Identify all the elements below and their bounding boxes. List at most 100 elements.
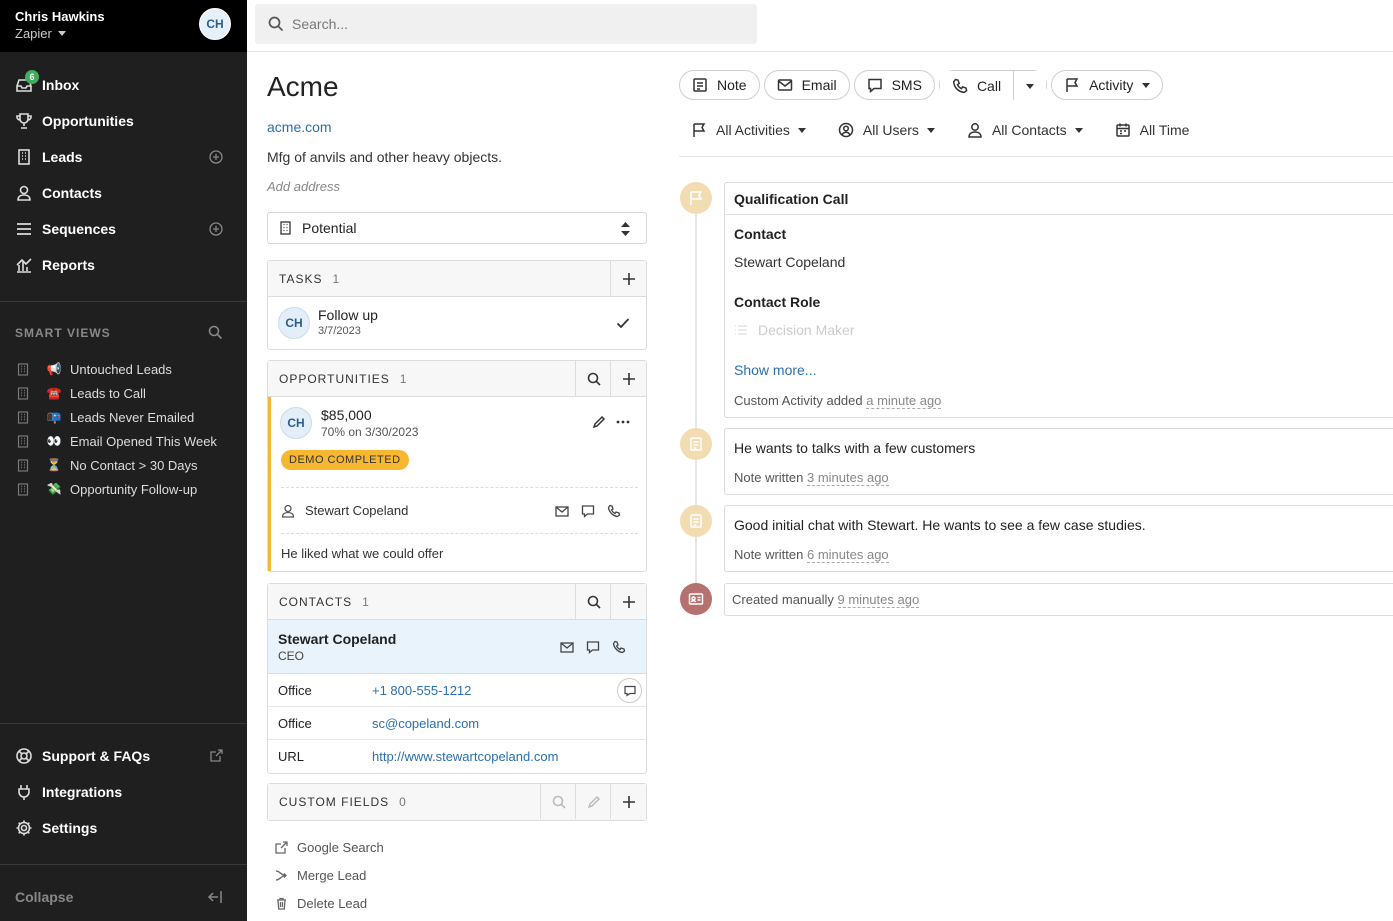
contact-email-link[interactable]: sc@copeland.com	[372, 716, 479, 731]
external-link-icon	[210, 749, 223, 762]
merge-lead-link[interactable]: Merge Lead	[275, 861, 384, 889]
email-icon[interactable]	[555, 504, 569, 518]
smart-view-item[interactable]: ☎️ Leads to Call	[0, 381, 247, 405]
lead-status-select[interactable]: Potential	[267, 212, 647, 244]
add-contact-button[interactable]	[610, 584, 646, 619]
pencil-icon[interactable]	[592, 415, 606, 429]
email-button[interactable]: Email	[763, 70, 850, 100]
bottom-nav: Support & FAQs Integrations Settings	[0, 738, 247, 846]
smart-view-item[interactable]: ⏳ No Contact > 30 Days	[0, 453, 247, 477]
user-header[interactable]: Chris Hawkins Zapier CH	[0, 0, 247, 52]
call-button[interactable]: Call	[939, 71, 1014, 101]
opportunity-status-badge: DEMO COMPLETED	[281, 450, 409, 470]
chevron-down-icon	[1074, 127, 1083, 133]
filter-contacts[interactable]: All Contacts	[967, 122, 1083, 138]
nav-settings[interactable]: Settings	[0, 810, 247, 846]
filter-time-label: All Time	[1139, 122, 1190, 138]
nav-inbox[interactable]: 6 Inbox	[0, 67, 247, 103]
contact-url-link[interactable]: http://www.stewartcopeland.com	[372, 749, 558, 764]
tasks-heading: TASKS	[279, 271, 323, 286]
email-icon[interactable]	[560, 640, 574, 654]
google-search-link[interactable]: Google Search	[275, 833, 384, 861]
activity-card-qualification[interactable]: Qualification Call Contact Stewart Copel…	[724, 182, 1393, 418]
nav-sequences[interactable]: Sequences	[0, 211, 247, 247]
sms-button[interactable]: SMS	[853, 70, 935, 100]
search-icon[interactable]	[208, 325, 223, 340]
note-button[interactable]: Note	[679, 70, 760, 100]
check-icon[interactable]	[616, 316, 630, 330]
contact-item[interactable]: Stewart Copeland CEO	[268, 620, 646, 674]
nav-leads[interactable]: Leads	[0, 139, 247, 175]
search-opportunities-button[interactable]	[575, 361, 611, 396]
lead-extra-links: Google Search Merge Lead Delete Lead	[275, 833, 384, 917]
user-avatar[interactable]: CH	[199, 8, 231, 40]
smart-view-item[interactable]: 👀 Email Opened This Week	[0, 429, 247, 453]
flag-icon	[693, 123, 706, 137]
filter-time[interactable]: All Time	[1115, 122, 1190, 138]
org-switcher[interactable]: Zapier	[15, 26, 66, 41]
collapse-icon[interactable]	[207, 890, 223, 904]
show-more-link[interactable]: Show more...	[734, 362, 816, 378]
activity-card-note[interactable]: Good initial chat with Stewart. He wants…	[724, 505, 1393, 572]
phone-icon[interactable]	[612, 640, 626, 654]
opportunities-heading: OPPORTUNITIES	[279, 371, 390, 386]
lead-url-link[interactable]: acme.com	[267, 119, 332, 135]
nav-opportunities[interactable]: Opportunities	[0, 103, 247, 139]
lead-title[interactable]: Acme	[267, 71, 339, 103]
search-box[interactable]	[255, 4, 757, 44]
lead-description[interactable]: Mfg of anvils and other heavy objects.	[267, 149, 502, 165]
tasks-card: TASKS 1 CH Follow up 3/7/2023	[267, 260, 647, 350]
add-task-button[interactable]	[610, 261, 646, 296]
note-text: Good initial chat with Stewart. He wants…	[734, 517, 1146, 533]
activity-timestamp[interactable]: a minute ago	[866, 393, 942, 409]
sms-icon[interactable]	[586, 640, 600, 654]
task-item[interactable]: CH Follow up 3/7/2023	[268, 297, 646, 349]
contacts-count: 1	[362, 594, 369, 609]
divider	[679, 156, 1393, 157]
note-text: He wants to talks with a few customers	[734, 440, 976, 456]
add-sequence-icon[interactable]	[209, 222, 223, 236]
smart-views-heading: SMART VIEWS	[15, 326, 111, 340]
nav-integrations[interactable]: Integrations	[0, 774, 247, 810]
building-icon	[18, 149, 30, 165]
org-name: Zapier	[15, 26, 52, 41]
smart-view-item[interactable]: 📭 Leads Never Emailed	[0, 405, 247, 429]
activity-timestamp[interactable]: 3 minutes ago	[807, 470, 889, 486]
activity-button-label: Activity	[1089, 77, 1134, 93]
phone-icon[interactable]	[607, 504, 621, 518]
smart-view-item[interactable]: 📢 Untouched Leads	[0, 357, 247, 381]
add-lead-icon[interactable]	[209, 150, 223, 164]
contacts-heading: CONTACTS	[279, 594, 353, 609]
edit-custom-fields-button[interactable]	[575, 784, 611, 819]
activity-timestamp[interactable]: 6 minutes ago	[807, 547, 889, 563]
activity-button[interactable]: Activity	[1051, 70, 1164, 100]
smart-view-label: Untouched Leads	[70, 361, 172, 377]
sms-icon	[623, 685, 636, 697]
activity-card-note[interactable]: He wants to talks with a few customers N…	[724, 428, 1393, 495]
search-input[interactable]	[292, 16, 732, 32]
activity-card-created[interactable]: Created manually 9 minutes ago	[724, 583, 1393, 616]
add-address-link[interactable]: Add address	[267, 179, 340, 194]
nav-reports[interactable]: Reports	[0, 247, 247, 283]
filter-users[interactable]: All Users	[838, 122, 935, 138]
collapse-button[interactable]: Collapse	[15, 889, 73, 905]
add-opportunity-button[interactable]	[610, 361, 646, 396]
add-custom-field-button[interactable]	[610, 784, 646, 819]
chevron-down-icon	[797, 127, 806, 133]
nav-support[interactable]: Support & FAQs	[0, 738, 247, 774]
smart-view-item[interactable]: 💸 Opportunity Follow-up	[0, 477, 247, 501]
search-custom-fields-button[interactable]	[540, 784, 576, 819]
nav-contacts[interactable]: Contacts	[0, 175, 247, 211]
sms-button[interactable]	[617, 678, 642, 703]
opportunity-item[interactable]: CH $85,000 70% on 3/30/2023 DEMO COMPLET…	[268, 397, 646, 571]
contact-phone-link[interactable]: +1 800-555-1212	[372, 683, 471, 698]
trash-icon	[277, 897, 286, 910]
more-icon[interactable]	[616, 415, 630, 429]
delete-lead-link[interactable]: Delete Lead	[275, 889, 384, 917]
eyes-icon: 👀	[46, 434, 62, 448]
filter-activities[interactable]: All Activities	[691, 122, 806, 138]
sms-icon[interactable]	[581, 504, 595, 518]
activity-timestamp[interactable]: 9 minutes ago	[837, 592, 920, 608]
call-options-dropdown[interactable]	[1014, 71, 1047, 101]
search-contacts-button[interactable]	[575, 584, 611, 619]
